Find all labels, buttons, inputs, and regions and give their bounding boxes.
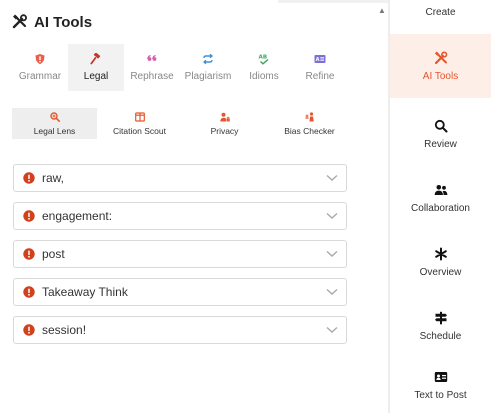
svg-text:AB: AB xyxy=(259,54,268,60)
tab-label: Idioms xyxy=(249,71,279,82)
id-card-icon xyxy=(434,370,448,384)
scale-person-icon xyxy=(304,111,315,122)
list-item[interactable]: session! xyxy=(13,316,347,344)
list-item[interactable]: engagement: xyxy=(13,202,347,230)
text-box-icon: A xyxy=(314,53,326,65)
top-strip xyxy=(278,0,388,3)
subtab-bias-checker[interactable]: Bias Checker xyxy=(267,108,352,139)
right-sidebar: Create AI Tools Review Collaboration Ove… xyxy=(390,0,491,413)
people-icon xyxy=(434,183,448,197)
alert-icon xyxy=(23,324,35,336)
tab-grammar[interactable]: Grammar xyxy=(12,44,68,91)
tab-label: Legal xyxy=(83,71,109,82)
chevron-down-icon[interactable] xyxy=(326,326,338,334)
item-text: Takeaway Think xyxy=(42,285,128,299)
ai-tools-panel: ▲ AI Tools Grammar Legal Rephrase Plagia… xyxy=(0,0,388,413)
subtab-label: Privacy xyxy=(210,125,239,136)
subtab-legal-lens[interactable]: Legal Lens xyxy=(12,108,97,139)
tool-tabs: Grammar Legal Rephrase Plagiarism AB Idi… xyxy=(12,44,348,91)
alert-icon xyxy=(23,286,35,298)
search-icon xyxy=(434,119,448,133)
sidebar-item-label: Review xyxy=(424,138,457,150)
tab-label: Refine xyxy=(305,71,335,82)
columns-icon xyxy=(134,111,145,122)
shield-icon xyxy=(34,53,46,65)
tab-idioms[interactable]: AB Idioms xyxy=(236,44,292,91)
alert-icon xyxy=(23,248,35,260)
user-lock-icon xyxy=(219,112,230,122)
asterisk-icon xyxy=(434,247,448,261)
repeat-icon xyxy=(202,53,214,65)
svg-text:A: A xyxy=(316,57,320,63)
item-text: raw, xyxy=(42,171,65,185)
chevron-down-icon[interactable] xyxy=(326,288,338,296)
issue-list: raw, engagement: post Takeaway Think ses… xyxy=(13,164,347,354)
chevron-down-icon[interactable] xyxy=(326,212,338,220)
chevron-down-icon[interactable] xyxy=(326,174,338,182)
sidebar-item-collaboration[interactable]: Collaboration xyxy=(390,166,491,230)
sidebar-item-label: Overview xyxy=(419,266,462,278)
subtab-privacy[interactable]: Privacy xyxy=(182,108,267,139)
tab-label: Plagiarism xyxy=(184,71,232,82)
alert-icon xyxy=(23,210,35,222)
quote-icon xyxy=(146,53,158,65)
sidebar-item-label: Create xyxy=(425,7,456,18)
sidebar-item-label: Collaboration xyxy=(411,202,470,214)
subtab-label: Bias Checker xyxy=(284,125,335,136)
sidebar-item-text-to-post[interactable]: Text to Post xyxy=(390,358,491,413)
list-item[interactable]: post xyxy=(13,240,347,268)
item-text: engagement: xyxy=(42,209,113,223)
tab-legal[interactable]: Legal xyxy=(68,44,124,91)
sidebar-item-label: AI Tools xyxy=(422,70,459,82)
sidebar-item-overview[interactable]: Overview xyxy=(390,230,491,294)
sidebar-item-ai-tools[interactable]: AI Tools xyxy=(390,34,491,98)
sidebar-item-schedule[interactable]: Schedule xyxy=(390,294,491,358)
chevron-down-icon[interactable] xyxy=(326,250,338,258)
scroll-up-arrow-icon[interactable]: ▲ xyxy=(378,6,386,15)
sidebar-item-label: Schedule xyxy=(419,330,462,342)
list-item[interactable]: raw, xyxy=(13,164,347,192)
sidebar-item-review[interactable]: Review xyxy=(390,102,491,166)
subtab-citation-scout[interactable]: Citation Scout xyxy=(97,108,182,139)
subtab-label: Citation Scout xyxy=(113,125,166,136)
sidebar-item-create[interactable]: Create xyxy=(390,0,491,32)
tab-refine[interactable]: A Refine xyxy=(292,44,348,91)
item-text: session! xyxy=(42,323,87,337)
signpost-icon xyxy=(434,311,448,325)
panel-title-text: AI Tools xyxy=(34,13,93,31)
gavel-icon xyxy=(90,53,102,65)
list-item[interactable]: Takeaway Think xyxy=(13,278,347,306)
sidebar-item-label: Text to Post xyxy=(414,390,467,401)
tools-icon xyxy=(12,14,28,30)
legal-subtabs: Legal Lens Citation Scout Privacy Bias C… xyxy=(12,108,352,139)
tab-rephrase[interactable]: Rephrase xyxy=(124,44,180,91)
alert-icon xyxy=(23,172,35,184)
magnifier-icon xyxy=(49,111,60,122)
panel-title: AI Tools xyxy=(12,11,92,33)
tab-label: Rephrase xyxy=(130,71,174,82)
subtab-label: Legal Lens xyxy=(33,125,76,136)
tools-icon xyxy=(434,50,448,65)
ab-check-icon: AB xyxy=(258,53,270,65)
tab-plagiarism[interactable]: Plagiarism xyxy=(180,44,236,91)
tab-label: Grammar xyxy=(18,71,62,82)
item-text: post xyxy=(42,247,65,261)
